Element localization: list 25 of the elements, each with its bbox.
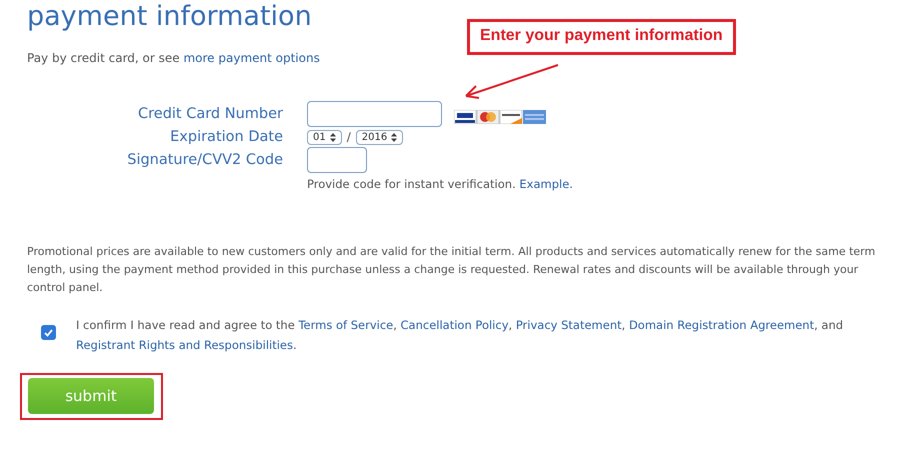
field-label: Signature/CVV2 Code (126, 152, 283, 168)
cvv-field[interactable] (307, 147, 367, 173)
agreement-text: I confirm I have read and agree to the Terms of Service, Cancellation Policy, Privacy Statement, Domain Registration Agreement, and Registrant Rights and Responsibilities. (76, 317, 844, 354)
policy-link[interactable]: Privacy Statement (516, 318, 622, 332)
callout-box: Enter your payment information (467, 19, 736, 55)
policy-link[interactable]: Registrant Rights and Responsibilities (76, 338, 294, 352)
notice-text: Promotional prices are available to new customers only and are valid for the initial term. All products and services automatically renew for the same term length, using the payment method provided in this purchase unless a change is requested. Renewal rates and discounts will be available through your control panel. (27, 244, 876, 296)
page-title: payment information (26, 0, 313, 31)
date-separator: / (346, 130, 351, 144)
month-select[interactable]: 01 (307, 130, 342, 144)
more-payment-options-link[interactable]: more payment options (183, 51, 320, 65)
agreement-checkbox[interactable] (41, 325, 56, 340)
card-number-field[interactable] (307, 101, 442, 127)
checkmark-icon (44, 328, 53, 336)
field-label: Expiration Date (169, 129, 283, 145)
field-label: Credit Card Number (137, 106, 283, 122)
help-text: Provide code for instant verification. Example. (307, 177, 574, 191)
policy-link[interactable]: Domain Registration Agreement (628, 318, 814, 332)
spinner-icon (391, 132, 398, 142)
intro-text: Pay by credit card, or see more payment options (27, 51, 321, 65)
policy-link[interactable]: Terms of Service (298, 318, 394, 332)
policy-link[interactable]: Cancellation Policy (400, 318, 508, 332)
spinner-icon (330, 132, 336, 142)
year-select[interactable]: 2016 (356, 130, 404, 144)
example-link[interactable]: Example. (519, 177, 573, 191)
